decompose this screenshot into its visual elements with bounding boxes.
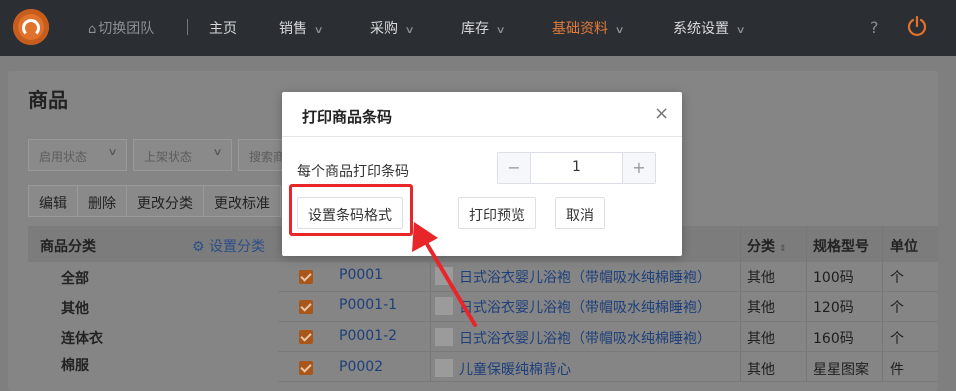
product-spec: 100码 <box>813 270 854 286</box>
nav-item-basic-data[interactable]: 基础资料 ∨ <box>552 18 625 38</box>
product-name-link[interactable]: 日式浴衣婴儿浴袍（带帽吸水纯棉睡袍） <box>459 328 711 348</box>
action-bar: 编辑 删除 更改分类 更改标准 <box>28 185 281 217</box>
annotation-arrow <box>412 222 477 327</box>
product-name-link[interactable]: 日式浴衣婴儿浴袍（带帽吸水纯棉睡袍） <box>459 297 711 317</box>
category-settings-link[interactable]: ⚙ 设置分类 <box>192 236 265 256</box>
decrement-button[interactable]: − <box>498 153 531 183</box>
chevron-down-icon: ∨ <box>614 25 625 36</box>
gear-icon: ⚙ <box>192 239 205 255</box>
change-standard-button[interactable]: 更改标准 <box>203 185 281 217</box>
chevron-down-icon: ∨ <box>107 147 118 158</box>
power-icon[interactable] <box>906 15 928 37</box>
chevron-down-icon: ∨ <box>495 25 506 36</box>
product-name-link[interactable]: 日式浴衣婴儿浴袍（带帽吸水纯棉睡袍） <box>459 267 711 287</box>
product-code-link[interactable]: P0001-1 <box>339 297 397 313</box>
product-code-link[interactable]: P0001-2 <box>339 328 397 344</box>
product-unit: 个 <box>890 300 904 316</box>
product-unit: 个 <box>890 270 904 286</box>
change-category-button[interactable]: 更改分类 <box>126 185 204 217</box>
chevron-down-icon: ∨ <box>313 25 324 36</box>
edit-button[interactable]: 编辑 <box>28 185 78 217</box>
product-code-link[interactable]: P0002 <box>339 359 383 375</box>
product-code-link[interactable]: P0001 <box>339 267 383 283</box>
home-icon: ⌂ <box>88 22 97 37</box>
column-header-spec: 规格型号 <box>813 239 869 255</box>
product-category: 其他 <box>747 331 775 347</box>
help-icon[interactable]: ? <box>870 18 879 37</box>
chevron-down-icon: ∨ <box>212 147 223 158</box>
nav-item-home[interactable]: 主页 <box>209 18 237 38</box>
shelf-status-filter[interactable]: 上架状态 ∨ <box>133 139 232 171</box>
category-item-cotton-wear[interactable]: 棉服 <box>61 355 89 375</box>
product-unit: 件 <box>890 362 904 378</box>
row-checkbox[interactable] <box>299 270 313 284</box>
nav-divider <box>187 19 188 35</box>
sort-icon: ⇕ <box>779 244 787 254</box>
product-spec: 120码 <box>813 300 854 316</box>
dialog-divider <box>282 136 682 137</box>
close-icon[interactable]: × <box>654 103 669 124</box>
dialog-title: 打印商品条码 <box>302 108 393 126</box>
page-title: 商品 <box>28 88 68 112</box>
row-checkbox[interactable] <box>299 300 313 314</box>
increment-button[interactable]: + <box>622 153 655 183</box>
product-category: 其他 <box>747 362 775 378</box>
switch-team-link[interactable]: ⌂ 切换团队 <box>88 18 154 38</box>
product-thumbnail <box>435 359 453 377</box>
row-checkbox[interactable] <box>299 361 313 375</box>
nav-item-inventory[interactable]: 库存 ∨ <box>461 18 506 38</box>
delete-button[interactable]: 删除 <box>77 185 127 217</box>
cancel-button[interactable]: 取消 <box>555 197 605 229</box>
column-header-unit: 单位 <box>890 239 918 255</box>
quantity-input[interactable]: 1 <box>530 159 623 175</box>
top-nav: ⌂ 切换团队 主页 销售 ∨ 采购 ∨ 库存 ∨ 基础资料 ∨ 系统设置 ∨ ? <box>0 0 956 56</box>
column-header-category[interactable]: 分类 ⇕ <box>747 236 787 256</box>
nav-item-system-settings[interactable]: 系统设置 ∨ <box>673 18 746 38</box>
category-item-other[interactable]: 其他 <box>61 298 89 318</box>
product-category: 其他 <box>747 270 775 286</box>
copies-label: 每个商品打印条码 <box>297 164 409 180</box>
nav-item-purchase[interactable]: 采购 ∨ <box>370 18 415 38</box>
chevron-down-icon: ∨ <box>735 25 746 36</box>
product-category: 其他 <box>747 300 775 316</box>
row-checkbox[interactable] <box>299 330 313 344</box>
category-title: 商品分类 <box>40 239 96 255</box>
product-name-link[interactable]: 儿童保暖纯棉背心 <box>459 359 571 379</box>
chevron-down-icon: ∨ <box>404 25 415 36</box>
category-item-all[interactable]: 全部 <box>61 268 89 288</box>
status-filter[interactable]: 启用状态 ∨ <box>28 139 127 171</box>
product-spec: 160码 <box>813 331 854 347</box>
annotation-highlight-box <box>289 184 413 236</box>
product-spec: 星星图案 <box>813 362 869 378</box>
product-unit: 个 <box>890 331 904 347</box>
logo-icon[interactable] <box>13 9 49 45</box>
quantity-stepper: − 1 + <box>497 152 656 184</box>
category-item-bodysuit[interactable]: 连体衣 <box>61 328 103 348</box>
nav-item-sales[interactable]: 销售 ∨ <box>279 18 324 38</box>
